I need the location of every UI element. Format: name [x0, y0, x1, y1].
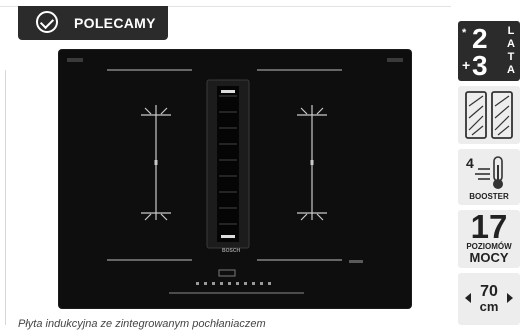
warranty-star: * — [462, 27, 467, 39]
width-tile: 70 cm — [458, 273, 520, 325]
power-levels-label-b: MOCY — [469, 250, 509, 265]
arrow-right-icon — [507, 293, 513, 303]
hob-illustration — [67, 58, 403, 294]
product-image[interactable]: BOSCH — [59, 50, 411, 308]
lata-letter: L — [507, 25, 515, 37]
check-circle-icon — [36, 11, 58, 33]
lata-letter: A — [507, 38, 515, 50]
feature-sidebar: * 2 + 3 L A T A 4 BOOSTER 17 POZIOMÓW MO… — [458, 0, 526, 331]
power-levels-tile: 17 POZIOMÓW MOCY — [458, 208, 520, 268]
booster-tile: 4 BOOSTER — [458, 149, 520, 205]
brand-label: BOSCH — [222, 248, 241, 254]
warranty-plus: + — [462, 57, 471, 73]
warranty-lata: L A T A — [506, 25, 516, 77]
warranty-years-b: 3 — [472, 50, 488, 81]
flex-zones-tile — [458, 86, 520, 144]
recommended-badge: POLECAMY — [18, 6, 168, 40]
left-divider — [5, 70, 6, 325]
lata-letter: A — [507, 64, 515, 76]
lata-letter: T — [507, 51, 515, 63]
flex-zones-icon — [465, 91, 513, 139]
thermometer-icon — [475, 156, 503, 189]
product-frame: POLECAMY BOSCH Płyta indukcyjna ze zinte… — [0, 0, 451, 331]
warranty-tile: * 2 + 3 L A T A — [458, 21, 520, 81]
badge-label: POLECAMY — [74, 15, 156, 31]
booster-label: BOOSTER — [469, 192, 509, 201]
power-levels-count: 17 — [470, 208, 508, 245]
product-caption: Płyta indukcyjna ze zintegrowanym pochła… — [18, 318, 266, 330]
